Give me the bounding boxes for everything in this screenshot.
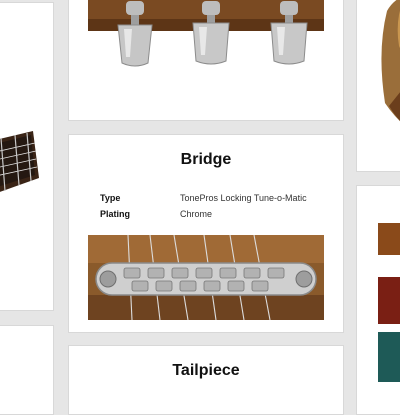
body-finish-card[interactable] — [356, 0, 400, 172]
bottom-left-card[interactable] — [0, 325, 54, 415]
tailpiece-card[interactable]: Tailpiece — [68, 345, 344, 415]
swatches-card[interactable] — [356, 185, 400, 415]
finish-swatch-1[interactable] — [378, 223, 400, 255]
bridge-card[interactable]: Bridge Type TonePros Locking Tune-o-Mati… — [68, 134, 344, 333]
spec-label-plating: Plating — [100, 209, 131, 219]
finish-swatch-2[interactable] — [378, 277, 400, 324]
fretboard-card[interactable] — [0, 2, 54, 311]
spec-row-plating: Plating Chrome — [100, 206, 307, 222]
bridge-card-title: Bridge — [180, 151, 232, 168]
fretboard-photo — [0, 123, 41, 198]
spec-value-plating: Chrome — [180, 209, 213, 219]
body-finish-photo — [377, 0, 400, 136]
spec-row-type: Type TonePros Locking Tune-o-Matic — [100, 190, 307, 206]
bridge-spec-table: Type TonePros Locking Tune-o-Matic Plati… — [100, 190, 307, 222]
spec-label-type: Type — [100, 193, 121, 203]
bridge-photo — [88, 235, 324, 320]
tailpiece-card-title: Tailpiece — [172, 362, 240, 379]
finish-swatch-3[interactable] — [378, 332, 400, 382]
tuners-photo — [88, 0, 324, 69]
tuners-card[interactable] — [68, 0, 344, 121]
spec-value-type: TonePros Locking Tune-o-Matic — [180, 193, 307, 203]
